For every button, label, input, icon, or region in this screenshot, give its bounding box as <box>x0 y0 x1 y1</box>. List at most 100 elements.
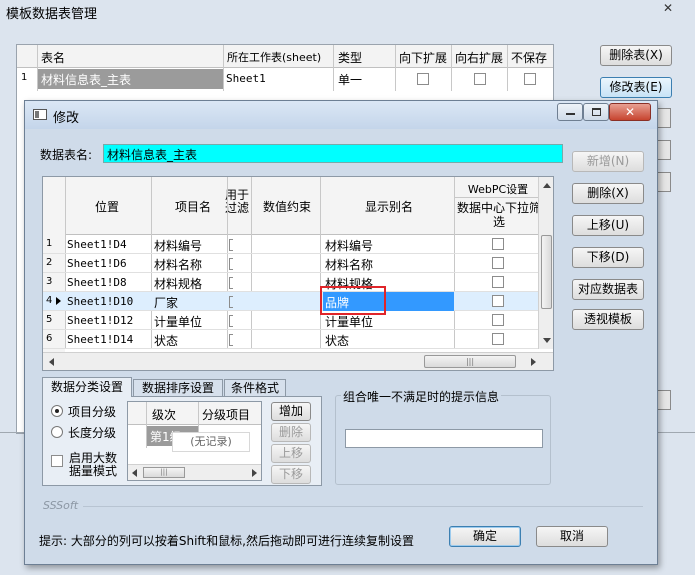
cell-alias[interactable]: 材料编号 <box>325 237 373 254</box>
cell-position[interactable]: Sheet1!D14 <box>67 333 133 346</box>
webpc-filter-checkbox[interactable] <box>492 314 504 326</box>
cell-filter[interactable] <box>229 315 233 327</box>
cell-filter[interactable] <box>229 334 233 346</box>
table-row[interactable]: 5 Sheet1!D12 计量单位 计量单位 <box>43 311 553 330</box>
webpc-filter-checkbox[interactable] <box>492 238 504 250</box>
level-up-button[interactable]: 上移 <box>271 444 311 463</box>
cell-position[interactable]: Sheet1!D10 <box>67 295 133 308</box>
level-header[interactable]: 级次 <box>152 406 176 423</box>
scroll-down-arrow-icon[interactable] <box>543 338 551 343</box>
table-row[interactable]: 6 Sheet1!D14 状态 状态 <box>43 330 553 349</box>
cancel-button[interactable]: 取消 <box>536 526 608 547</box>
cell-constraint[interactable] <box>253 235 319 253</box>
cell-position[interactable]: Sheet1!D6 <box>67 257 127 270</box>
cell-constraint[interactable] <box>253 254 319 272</box>
row-number: 4 <box>46 295 53 306</box>
tab-sort[interactable]: 数据排序设置 <box>133 379 223 397</box>
webpc-filter-checkbox[interactable] <box>492 257 504 269</box>
col-header-no-save[interactable]: 不保存 <box>511 49 547 66</box>
cell-alias[interactable]: 品牌 <box>323 292 454 311</box>
cell-filter[interactable] <box>229 296 233 308</box>
move-down-button[interactable]: 下移(D) <box>572 247 644 268</box>
scroll-up-arrow-icon[interactable] <box>543 183 551 188</box>
add-field-button[interactable]: 新增(N) <box>572 151 644 172</box>
cell-alias[interactable]: 状态 <box>325 332 349 349</box>
main-table-row[interactable]: 1 材料信息表_主表 Sheet1 单一 <box>17 69 553 89</box>
cell-item-name[interactable]: 材料名称 <box>154 256 202 273</box>
cell-constraint[interactable] <box>253 273 319 291</box>
table-row[interactable]: 1 Sheet1!D4 材料编号 材料编号 <box>43 235 553 254</box>
row-sheet[interactable]: Sheet1 <box>226 72 266 85</box>
webpc-filter-checkbox[interactable] <box>492 276 504 288</box>
level-down-button[interactable]: 下移 <box>271 465 311 484</box>
cell-constraint[interactable] <box>253 311 319 329</box>
cell-constraint[interactable] <box>253 330 319 348</box>
row-expand-right-checkbox[interactable] <box>474 73 486 85</box>
row-no-save-checkbox[interactable] <box>524 73 536 85</box>
unique-message-input[interactable] <box>345 429 543 448</box>
pivot-template-button[interactable]: 透视模板 <box>572 309 644 330</box>
col-header-expand-right[interactable]: 向右扩展 <box>455 49 503 66</box>
header-item-name[interactable]: 项目名 <box>175 198 211 215</box>
bigdata-checkbox[interactable] <box>51 455 63 467</box>
cell-constraint[interactable] <box>253 292 319 310</box>
cell-item-name[interactable]: 材料规格 <box>154 275 202 292</box>
level-grid-hscroll[interactable]: ||| <box>128 464 261 480</box>
move-up-button[interactable]: 上移(U) <box>572 215 644 236</box>
close-button[interactable]: ✕ <box>609 103 651 121</box>
radio-length-level[interactable] <box>51 426 63 438</box>
row-table-name[interactable]: 材料信息表_主表 <box>38 69 223 89</box>
cell-item-name[interactable]: 状态 <box>154 332 178 349</box>
cell-filter[interactable] <box>229 239 233 251</box>
minimize-button[interactable] <box>557 103 583 121</box>
table-row[interactable]: 3 Sheet1!D8 材料规格 材料规格 <box>43 273 553 292</box>
cell-item-name[interactable]: 材料编号 <box>154 237 202 254</box>
cell-position[interactable]: Sheet1!D8 <box>67 276 127 289</box>
table-name-input[interactable]: 材料信息表_主表 <box>103 144 563 163</box>
cell-alias[interactable]: 计量单位 <box>325 313 373 330</box>
cell-item-name[interactable]: 厂家 <box>154 294 178 311</box>
cell-item-name[interactable]: 计量单位 <box>154 313 202 330</box>
grid-vertical-scrollbar[interactable] <box>538 177 553 349</box>
tab-classify[interactable]: 数据分类设置 <box>42 377 132 397</box>
level-item-header[interactable]: 分级项目 <box>202 406 250 423</box>
modify-table-button[interactable]: 修改表(E) <box>600 77 672 98</box>
header-position[interactable]: 位置 <box>95 198 119 215</box>
level-delete-button[interactable]: 删除 <box>271 423 311 442</box>
table-row[interactable]: 4 Sheet1!D10 厂家 品牌 <box>43 292 553 311</box>
main-close-button[interactable]: ✕ <box>648 0 688 17</box>
level-add-button[interactable]: 增加 <box>271 402 311 421</box>
ok-button[interactable]: 确定 <box>449 526 521 547</box>
cell-filter[interactable] <box>229 277 233 289</box>
radio-item-level[interactable] <box>51 405 63 417</box>
header-constraint[interactable]: 数值约束 <box>263 198 311 215</box>
cell-position[interactable]: Sheet1!D4 <box>67 238 127 251</box>
table-row[interactable]: 2 Sheet1!D6 材料名称 材料名称 <box>43 254 553 273</box>
col-header-sheet[interactable]: 所在工作表(sheet) <box>227 49 321 65</box>
grid-horizontal-scrollbar[interactable]: ||| <box>43 352 553 370</box>
col-header-expand-down[interactable]: 向下扩展 <box>399 49 447 66</box>
header-webpc-dropdown-filter[interactable]: 数据中心下拉筛选 <box>457 201 541 229</box>
header-alias[interactable]: 显示别名 <box>365 198 413 215</box>
col-header-type[interactable]: 类型 <box>338 49 362 66</box>
cell-filter[interactable] <box>229 258 233 270</box>
delete-table-button[interactable]: 删除表(X) <box>600 45 672 66</box>
webpc-filter-checkbox[interactable] <box>492 295 504 307</box>
delete-field-button[interactable]: 删除(X) <box>572 183 644 204</box>
header-webpc[interactable]: WebPC设置 <box>456 181 540 197</box>
col-header-name[interactable]: 表名 <box>41 49 65 66</box>
scroll-right-arrow-icon[interactable] <box>531 358 536 366</box>
webpc-filter-checkbox[interactable] <box>492 333 504 345</box>
map-datatable-button[interactable]: 对应数据表 <box>572 279 644 300</box>
row-expand-down-checkbox[interactable] <box>417 73 429 85</box>
maximize-button[interactable] <box>583 103 609 121</box>
h-scroll-thumb[interactable]: ||| <box>424 355 516 368</box>
cell-alias[interactable]: 材料名称 <box>325 256 373 273</box>
row-number: 6 <box>46 333 53 344</box>
cell-position[interactable]: Sheet1!D12 <box>67 314 133 327</box>
row-type[interactable]: 单一 <box>338 71 362 88</box>
tab-conditional-format[interactable]: 条件格式 <box>224 379 286 397</box>
scroll-left-arrow-icon[interactable] <box>49 358 54 366</box>
scroll-thumb[interactable] <box>541 235 552 309</box>
cell-alias[interactable]: 材料规格 <box>325 275 373 292</box>
